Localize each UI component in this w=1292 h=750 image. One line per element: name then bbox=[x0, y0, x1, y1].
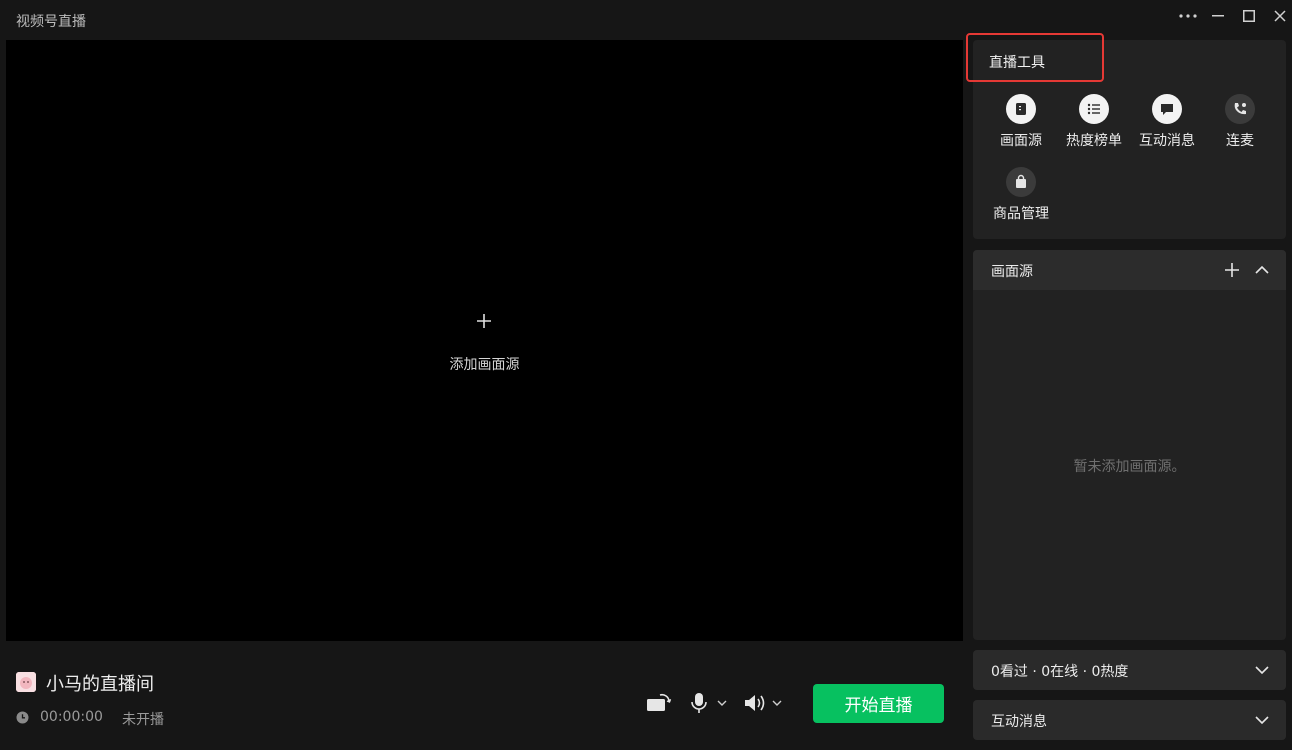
room-name: 小马的直播间 bbox=[46, 674, 154, 695]
tool-label: 互动消息 bbox=[1139, 133, 1195, 149]
title-bar: 视频号直播 bbox=[0, 0, 1292, 40]
messages-panel[interactable]: 互动消息 bbox=[973, 700, 1286, 740]
app-title: 视频号直播 bbox=[16, 14, 86, 30]
tool-label: 热度榜单 bbox=[1066, 133, 1122, 149]
live-timer: 00:00:00 bbox=[40, 709, 103, 725]
live-tools-panel: 直播工具 画面源 热度榜单 互动消息 连麦 商品管理 bbox=[973, 40, 1286, 239]
source-panel: 画面源 暂未添加画面源。 bbox=[973, 250, 1286, 640]
tool-label: 画面源 bbox=[1000, 133, 1042, 149]
tool-label: 商品管理 bbox=[993, 206, 1049, 222]
microphone-icon[interactable] bbox=[690, 692, 708, 714]
messages-title: 互动消息 bbox=[991, 714, 1047, 730]
chevron-down-icon[interactable] bbox=[1254, 713, 1270, 727]
tool-co-host[interactable]: 连麦 bbox=[1200, 94, 1280, 150]
list-icon bbox=[1079, 94, 1109, 124]
chevron-down-icon[interactable] bbox=[1254, 663, 1270, 677]
speaker-icon[interactable] bbox=[743, 692, 767, 714]
more-icon[interactable] bbox=[1175, 6, 1201, 26]
tool-messages[interactable]: 互动消息 bbox=[1127, 94, 1207, 150]
source-panel-header: 画面源 bbox=[973, 250, 1286, 290]
microphone-control[interactable] bbox=[690, 692, 728, 714]
source-panel-title: 画面源 bbox=[991, 264, 1033, 280]
chevron-up-icon[interactable] bbox=[1254, 262, 1270, 278]
room-avatar bbox=[16, 672, 36, 692]
speaker-control[interactable] bbox=[743, 692, 783, 714]
rotate-icon[interactable] bbox=[646, 692, 672, 714]
live-preview[interactable]: 添加画面源 bbox=[6, 40, 963, 641]
tool-products[interactable]: 商品管理 bbox=[981, 167, 1061, 223]
stats-text: 0看过 · 0在线 · 0热度 bbox=[991, 664, 1129, 680]
tool-heat-ranking[interactable]: 热度榜单 bbox=[1054, 94, 1134, 150]
start-live-button[interactable]: 开始直播 bbox=[813, 684, 944, 723]
add-source-label[interactable]: 添加画面源 bbox=[6, 354, 963, 374]
bag-icon bbox=[1006, 167, 1036, 197]
minimize-icon[interactable] bbox=[1205, 6, 1231, 26]
live-tools-title: 直播工具 bbox=[989, 55, 1045, 71]
clock-icon bbox=[16, 711, 29, 724]
maximize-icon[interactable] bbox=[1236, 6, 1262, 26]
chevron-down-icon[interactable] bbox=[771, 699, 783, 707]
source-empty-text: 暂未添加画面源。 bbox=[1073, 459, 1186, 475]
stats-panel[interactable]: 0看过 · 0在线 · 0热度 bbox=[973, 650, 1286, 690]
chat-icon bbox=[1152, 94, 1182, 124]
close-icon[interactable] bbox=[1267, 6, 1292, 26]
add-icon[interactable] bbox=[1223, 261, 1241, 279]
chevron-down-icon[interactable] bbox=[716, 699, 728, 707]
add-source-plus-icon[interactable] bbox=[473, 310, 495, 332]
tool-source[interactable]: 画面源 bbox=[981, 94, 1061, 150]
source-icon bbox=[1006, 94, 1036, 124]
phone-icon bbox=[1225, 94, 1255, 124]
live-status: 未开播 bbox=[122, 712, 164, 728]
tool-label: 连麦 bbox=[1226, 133, 1254, 149]
